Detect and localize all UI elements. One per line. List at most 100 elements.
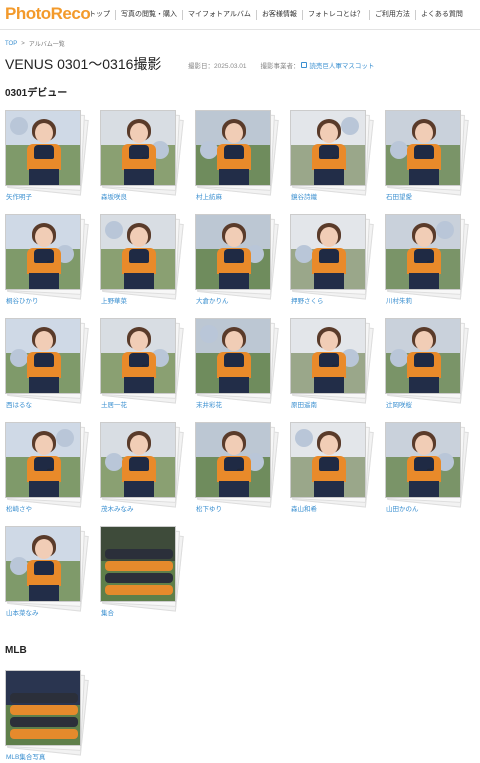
album-name[interactable]: 石田望愛: [386, 191, 412, 201]
album-thumbnail[interactable]: [100, 214, 176, 290]
album-name[interactable]: 森山和希: [291, 503, 317, 513]
seller-link[interactable]: 読売巨人軍マスコット: [301, 60, 374, 70]
album-card[interactable]: 山本菜なみ: [5, 526, 91, 622]
nav-my-album[interactable]: マイフォトアルバム: [182, 10, 256, 20]
figure-head: [320, 227, 338, 247]
album-thumbnail[interactable]: [5, 670, 81, 746]
album-thumbnail[interactable]: ~: [100, 110, 176, 186]
section-title-debut: 0301デビュー: [5, 88, 68, 99]
album-thumbnail[interactable]: ~: [5, 422, 81, 498]
album-name[interactable]: 川村朱莉: [386, 295, 412, 305]
album-card[interactable]: 森山和希: [290, 422, 376, 518]
figure-skirt: [314, 273, 344, 289]
album-thumbnail[interactable]: ~: [100, 318, 176, 394]
nav-about[interactable]: フォトレコとは？: [301, 10, 369, 20]
album-thumbnail[interactable]: [290, 422, 366, 498]
album-card[interactable]: 西はるな: [5, 318, 91, 414]
album-card[interactable]: ~ 桐谷ひかり: [5, 214, 91, 310]
album-thumbnail[interactable]: [195, 110, 271, 186]
store-icon: [301, 62, 308, 68]
album-name[interactable]: 松崎さや: [6, 503, 32, 513]
album-name[interactable]: 押野さくら: [291, 295, 324, 305]
figure-head: [35, 123, 53, 143]
album-card[interactable]: 集合: [100, 526, 186, 622]
figure-skirt: [29, 273, 59, 289]
album-thumbnail[interactable]: ~: [290, 318, 366, 394]
album-thumbnail[interactable]: [100, 526, 176, 602]
figure-skirt: [409, 481, 439, 497]
album-thumbnail[interactable]: [100, 422, 176, 498]
album-card[interactable]: 石田望愛: [385, 110, 471, 206]
album-thumbnail[interactable]: ~: [385, 214, 461, 290]
album-card[interactable]: 茂木みなみ: [100, 422, 186, 518]
album-name[interactable]: 矢作明子: [6, 191, 32, 201]
figure-head: [415, 435, 433, 455]
album-card[interactable]: ~ 鏡谷詩織: [290, 110, 376, 206]
album-thumbnail[interactable]: [5, 110, 81, 186]
album-name[interactable]: 土居一花: [101, 399, 127, 409]
nav-customer-info[interactable]: お客様情報: [255, 10, 302, 20]
album-card[interactable]: 辻岡咲桜: [385, 318, 471, 414]
figure-pom: [295, 245, 313, 263]
album-thumbnail[interactable]: ~: [385, 422, 461, 498]
group-row: [10, 693, 78, 703]
breadcrumb-home[interactable]: TOP: [5, 41, 17, 47]
figure-pom: [200, 141, 218, 159]
figure-head: [320, 435, 338, 455]
album-card[interactable]: ~ 大倉かりん: [195, 214, 281, 310]
album-name[interactable]: 桐谷ひかり: [6, 295, 39, 305]
album-thumbnail[interactable]: [290, 214, 366, 290]
album-card[interactable]: ~ 森坂咲良: [100, 110, 186, 206]
figure-top: [414, 145, 434, 159]
nav-browse-purchase[interactable]: 写真の閲覧・購入: [115, 10, 182, 20]
album-name[interactable]: 末井彩花: [196, 399, 222, 409]
album-card[interactable]: ~ 松崎さや: [5, 422, 91, 518]
album-name[interactable]: 原田遥南: [291, 399, 317, 409]
album-name[interactable]: 西はるな: [6, 399, 32, 409]
nav-top[interactable]: トップ: [84, 10, 115, 20]
figure-top: [129, 249, 149, 263]
figure-skirt: [409, 377, 439, 393]
album-card[interactable]: ~ 川村朱莉: [385, 214, 471, 310]
album-name[interactable]: 森坂咲良: [101, 191, 127, 201]
album-card[interactable]: MLB集合写真: [5, 670, 91, 763]
album-card[interactable]: ~ 原田遥南: [290, 318, 376, 414]
album-name[interactable]: 村上紡麻: [196, 191, 222, 201]
figure-skirt: [219, 481, 249, 497]
album-card[interactable]: 上野華菜: [100, 214, 186, 310]
album-name[interactable]: 茂木みなみ: [101, 503, 134, 513]
album-thumbnail[interactable]: [5, 526, 81, 602]
album-card[interactable]: ~ 山田かのん: [385, 422, 471, 518]
breadcrumb: TOP > アルバム一覧: [5, 39, 65, 49]
album-card[interactable]: 末井彩花: [195, 318, 281, 414]
album-thumbnail[interactable]: [385, 110, 461, 186]
album-name[interactable]: MLB集合写真: [6, 751, 45, 761]
breadcrumb-separator: >: [21, 40, 25, 47]
figure-skirt: [219, 377, 249, 393]
album-name[interactable]: 辻岡咲桜: [386, 399, 412, 409]
album-thumbnail[interactable]: [195, 318, 271, 394]
nav-faq[interactable]: よくある質問: [414, 10, 468, 20]
album-name[interactable]: 山田かのん: [386, 503, 419, 513]
album-thumbnail[interactable]: ~: [5, 214, 81, 290]
album-card[interactable]: ~ 土居一花: [100, 318, 186, 414]
album-thumbnail[interactable]: ~: [195, 214, 271, 290]
site-logo[interactable]: PhotoReco: [5, 4, 91, 24]
album-thumbnail[interactable]: [5, 318, 81, 394]
album-thumbnail[interactable]: ~: [195, 422, 271, 498]
album-thumbnail[interactable]: [385, 318, 461, 394]
album-name[interactable]: 鏡谷詩織: [291, 191, 317, 201]
nav-how-to-use[interactable]: ご利用方法: [368, 10, 415, 20]
album-thumbnail[interactable]: ~: [290, 110, 366, 186]
album-name[interactable]: 大倉かりん: [196, 295, 229, 305]
album-name[interactable]: 山本菜なみ: [6, 607, 39, 617]
album-card[interactable]: 押野さくら: [290, 214, 376, 310]
figure-skirt: [29, 377, 59, 393]
album-name[interactable]: 集合: [101, 607, 114, 617]
album-card[interactable]: 矢作明子: [5, 110, 91, 206]
album-card[interactable]: 村上紡麻: [195, 110, 281, 206]
album-card[interactable]: ~ 松下ゆり: [195, 422, 281, 518]
figure-skirt: [29, 481, 59, 497]
album-name[interactable]: 上野華菜: [101, 295, 127, 305]
album-name[interactable]: 松下ゆり: [196, 503, 222, 513]
